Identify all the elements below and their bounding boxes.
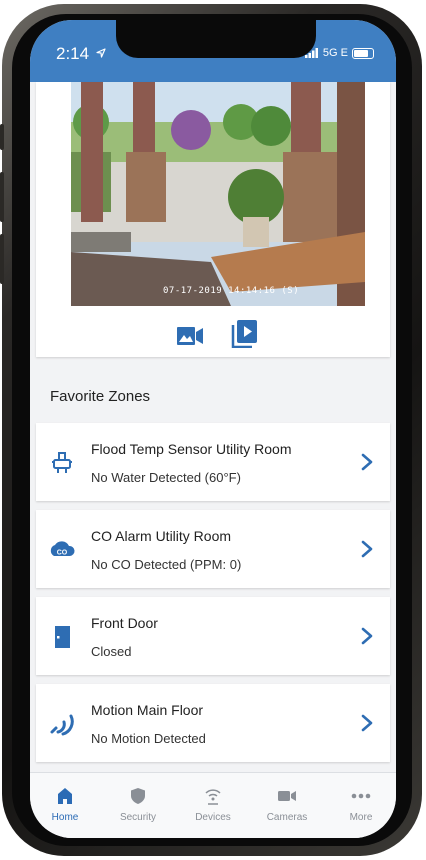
tab-label: Security	[119, 812, 157, 823]
status-indicators: 5G E	[304, 47, 374, 59]
zone-status: Closed	[91, 644, 132, 659]
tab-label: Home	[51, 812, 79, 823]
motion-sensor-icon	[50, 714, 74, 736]
signal-icon	[304, 48, 318, 58]
zone-title: Motion Main Floor	[91, 702, 204, 718]
chevron-right-icon	[361, 540, 373, 558]
zone-status: No Motion Detected	[91, 731, 206, 746]
camera-timestamp: 07-17-2019 14:14:16 (S)	[163, 286, 300, 296]
camera-icon	[278, 791, 296, 801]
home-icon	[58, 788, 72, 804]
tab-label: Devices	[195, 812, 231, 823]
co-alarm-icon: CO	[50, 541, 75, 557]
door-icon	[55, 626, 70, 648]
zone-title: Front Door	[91, 615, 158, 631]
zone-title: Flood Temp Sensor Utility Room	[91, 441, 292, 457]
zone-card-co-alarm[interactable]: CO CO Alarm Utility Room No CO Detected …	[36, 510, 390, 588]
video-playback-icon[interactable]	[231, 320, 257, 348]
zone-card-front-door[interactable]: Front Door Closed	[36, 597, 390, 675]
svg-text:CO: CO	[57, 550, 68, 557]
chevron-right-icon	[361, 714, 373, 732]
tab-home[interactable]: Home	[30, 785, 100, 823]
zone-status: No CO Detected (PPM: 0)	[91, 557, 242, 572]
flood-sensor-icon	[52, 452, 72, 473]
mute-switch	[0, 124, 4, 150]
gallery-icon[interactable]	[177, 327, 203, 345]
camera-card: 07-17-2019 14:14:16 (S)	[36, 82, 390, 357]
volume-up-button	[0, 172, 4, 222]
shield-icon	[131, 788, 145, 804]
zone-card-flood-sensor[interactable]: Flood Temp Sensor Utility Room No Water …	[36, 423, 390, 501]
notch	[116, 20, 316, 58]
battery-icon	[352, 47, 374, 59]
chevron-right-icon	[361, 627, 373, 645]
zone-title: CO Alarm Utility Room	[91, 528, 232, 544]
camera-snapshot-image	[71, 82, 365, 306]
network-type: 5G E	[322, 47, 348, 59]
status-time: 2:14	[56, 44, 106, 64]
tab-devices[interactable]: Devices	[178, 785, 248, 823]
wifi-icon	[205, 789, 221, 805]
zone-card-motion[interactable]: Motion Main Floor No Motion Detected	[36, 684, 390, 762]
camera-actions	[36, 317, 390, 348]
status-time-text: 2:14	[56, 44, 90, 63]
zone-status: No Water Detected (60°F)	[91, 470, 241, 485]
tab-label: More	[349, 812, 373, 823]
tab-more[interactable]: More	[326, 785, 396, 823]
favorite-zones-heading: Favorite Zones	[50, 388, 151, 405]
tab-label: Cameras	[266, 812, 308, 823]
tab-cameras[interactable]: Cameras	[252, 785, 322, 823]
location-arrow-icon	[96, 48, 106, 58]
more-icon	[351, 793, 371, 799]
tab-bar: Home Security Devices Cameras More	[30, 772, 396, 838]
status-bar: 2:14 5G E	[30, 20, 396, 82]
camera-feed[interactable]: 07-17-2019 14:14:16 (S)	[71, 82, 365, 306]
app-screen: 2:14 5G E 07-17-2019 14:14:16 (S) Favori…	[30, 20, 396, 838]
chevron-right-icon	[361, 453, 373, 471]
volume-down-button	[0, 234, 4, 284]
tab-security[interactable]: Security	[103, 785, 173, 823]
